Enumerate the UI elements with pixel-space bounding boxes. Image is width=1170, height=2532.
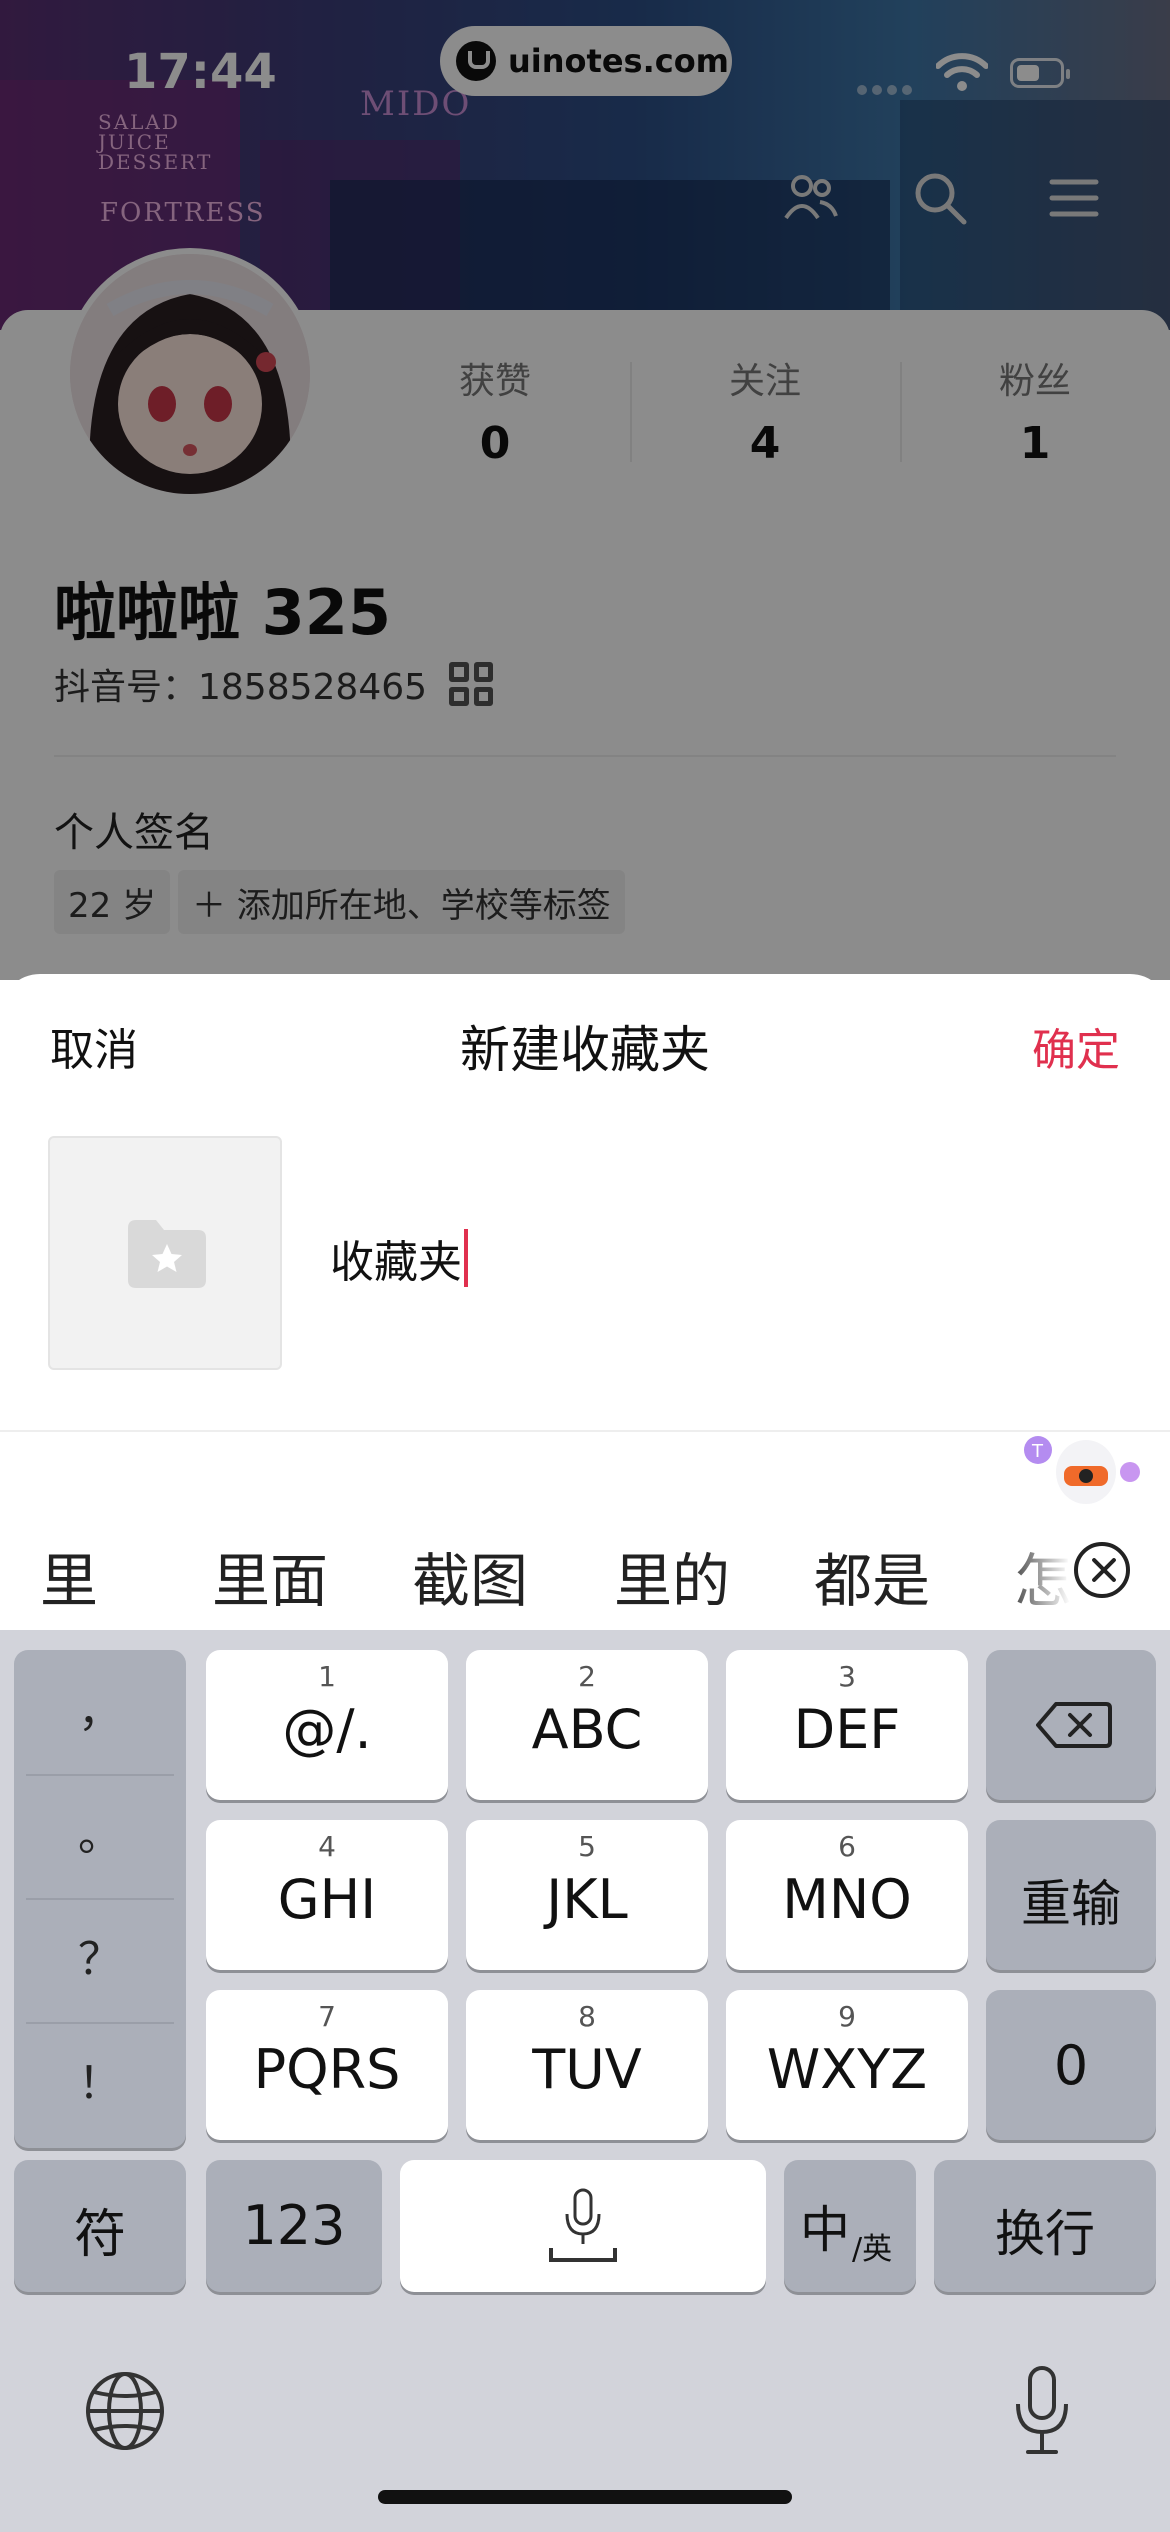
space-mic-icon bbox=[549, 2188, 617, 2262]
collection-name-input[interactable]: 收藏夹 bbox=[330, 1226, 468, 1290]
retype-label: 重输 bbox=[1021, 1875, 1121, 1933]
key-3-num: 3 bbox=[838, 1660, 856, 1693]
key-8-num: 8 bbox=[578, 2000, 596, 2033]
dictation-mic-icon[interactable] bbox=[1012, 2364, 1072, 2456]
key-6-label: MNO bbox=[782, 1868, 912, 1931]
svg-text:T: T bbox=[1031, 1441, 1044, 1462]
keyboard: ， 。 ？ ！ 1 @/. 2 ABC 3 DEF 4 GHI 5 JKL 6 … bbox=[0, 1630, 1170, 2532]
key-8-label: TUV bbox=[532, 2038, 642, 2101]
input-assistant-mascot-icon[interactable]: T bbox=[1018, 1426, 1148, 1516]
key-5-num: 5 bbox=[578, 1830, 596, 1863]
retype-key[interactable]: 重输 bbox=[986, 1820, 1156, 1970]
key-5-label: JKL bbox=[546, 1868, 628, 1931]
close-candidates-icon[interactable] bbox=[1074, 1542, 1130, 1598]
globe-icon[interactable] bbox=[84, 2370, 166, 2452]
candidate-5[interactable]: 都是 bbox=[814, 1534, 930, 1618]
key-5[interactable]: 5 JKL bbox=[466, 1820, 708, 1970]
newline-label: 换行 bbox=[995, 2205, 1095, 2263]
key-9-label: WXYZ bbox=[766, 2038, 928, 2101]
confirm-button[interactable]: 确定 bbox=[1032, 1014, 1120, 1078]
key-3-label: DEF bbox=[793, 1698, 901, 1761]
backspace-key[interactable] bbox=[986, 1650, 1156, 1800]
key-4-label: GHI bbox=[277, 1868, 377, 1931]
punct-question-key[interactable]: ？ bbox=[14, 1898, 186, 2022]
symbols-label: 符 bbox=[73, 2205, 126, 2265]
zero-key[interactable]: 0 bbox=[986, 1990, 1156, 2140]
key-7-num: 7 bbox=[318, 2000, 336, 2033]
key-2[interactable]: 2 ABC bbox=[466, 1650, 708, 1800]
collection-name-value: 收藏夹 bbox=[330, 1237, 462, 1288]
newline-key[interactable]: 换行 bbox=[934, 2160, 1156, 2292]
candidate-4[interactable]: 里的 bbox=[614, 1534, 730, 1618]
key-4[interactable]: 4 GHI bbox=[206, 1820, 448, 1970]
key-4-num: 4 bbox=[318, 1830, 336, 1863]
home-indicator[interactable] bbox=[378, 2490, 792, 2504]
key-2-label: ABC bbox=[531, 1698, 643, 1761]
zero-label: 0 bbox=[1053, 2034, 1089, 2097]
candidate-2[interactable]: 里面 bbox=[212, 1534, 328, 1618]
language-switch-key[interactable]: 中 /英 bbox=[784, 2160, 916, 2292]
candidate-fade bbox=[1000, 1512, 1070, 1630]
punct-exclaim-key[interactable]: ！ bbox=[14, 2022, 186, 2146]
punctuation-column[interactable]: ， 。 ？ ！ bbox=[14, 1650, 186, 2148]
key-7[interactable]: 7 PQRS bbox=[206, 1990, 448, 2140]
key-7-label: PQRS bbox=[253, 2038, 401, 2101]
key-9-num: 9 bbox=[838, 2000, 856, 2033]
sheet-divider bbox=[0, 1430, 1170, 1432]
key-9[interactable]: 9 WXYZ bbox=[726, 1990, 968, 2140]
sheet-title: 新建收藏夹 bbox=[460, 1021, 710, 1079]
candidate-3[interactable]: 截图 bbox=[412, 1534, 528, 1618]
punct-period-key[interactable]: 。 bbox=[14, 1774, 186, 1898]
key-8[interactable]: 8 TUV bbox=[466, 1990, 708, 2140]
text-caret bbox=[464, 1229, 468, 1287]
lang-main-label: 中 bbox=[800, 2201, 850, 2259]
punct-comma-key[interactable]: ， bbox=[14, 1650, 186, 1774]
backspace-icon bbox=[1036, 1702, 1112, 1748]
numbers-label: 123 bbox=[242, 2194, 346, 2257]
key-3[interactable]: 3 DEF bbox=[726, 1650, 968, 1800]
candidate-1[interactable]: 里 bbox=[40, 1534, 98, 1618]
numbers-key[interactable]: 123 bbox=[206, 2160, 382, 2292]
key-1[interactable]: 1 @/. bbox=[206, 1650, 448, 1800]
key-1-label: @/. bbox=[282, 1698, 372, 1761]
folder-star-icon bbox=[128, 1220, 206, 1288]
key-1-num: 1 bbox=[318, 1660, 336, 1693]
key-2-num: 2 bbox=[578, 1660, 596, 1693]
modal-dim-overlay[interactable] bbox=[0, 0, 1170, 980]
lang-sub-label: /英 bbox=[852, 2232, 893, 2267]
key-6-num: 6 bbox=[838, 1830, 856, 1863]
symbols-key[interactable]: 符 bbox=[14, 2160, 186, 2292]
space-key[interactable] bbox=[400, 2160, 766, 2292]
key-6[interactable]: 6 MNO bbox=[726, 1820, 968, 1970]
collection-cover-picker[interactable] bbox=[48, 1136, 282, 1370]
ime-candidate-bar: 里 里面 截图 里的 都是 怎 bbox=[0, 1512, 1170, 1630]
